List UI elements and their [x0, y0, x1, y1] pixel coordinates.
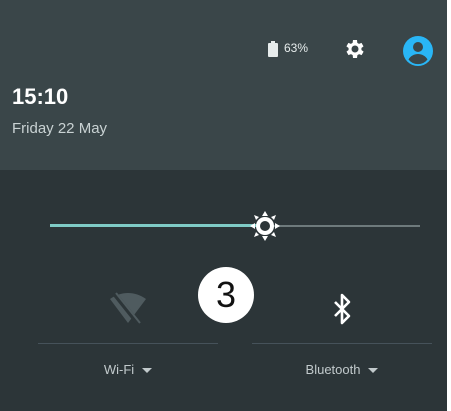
tile-divider [252, 343, 432, 344]
notification-header: 63% 15:10 Friday 22 May [0, 0, 447, 170]
tile-wifi[interactable]: Wi-Fi [38, 285, 218, 380]
clock-time: 15:10 [12, 84, 69, 109]
tile-wifi-label[interactable]: Wi-Fi [38, 362, 218, 377]
tile-divider [38, 343, 218, 344]
dropdown-arrow-icon [142, 368, 153, 374]
brightness-icon[interactable] [249, 211, 281, 241]
wifi-off-icon [110, 291, 146, 325]
account-circle-icon[interactable] [403, 36, 433, 66]
quick-settings-panel: 63% 15:10 Friday 22 May 3 Wi-Fi Bluetoot… [0, 0, 447, 411]
gear-icon[interactable] [343, 37, 367, 61]
slider-fill [50, 224, 265, 227]
brightness-slider[interactable] [50, 211, 420, 241]
clock-date: Friday 22 May [12, 120, 108, 137]
bluetooth-icon [334, 293, 351, 325]
dropdown-arrow-icon [368, 368, 379, 374]
tile-bluetooth-label[interactable]: Bluetooth [252, 362, 432, 377]
status-bar: 63% [0, 28, 447, 68]
battery-icon [268, 41, 278, 57]
tile-bluetooth[interactable]: Bluetooth [252, 285, 432, 380]
battery-percent: 63% [284, 41, 309, 55]
